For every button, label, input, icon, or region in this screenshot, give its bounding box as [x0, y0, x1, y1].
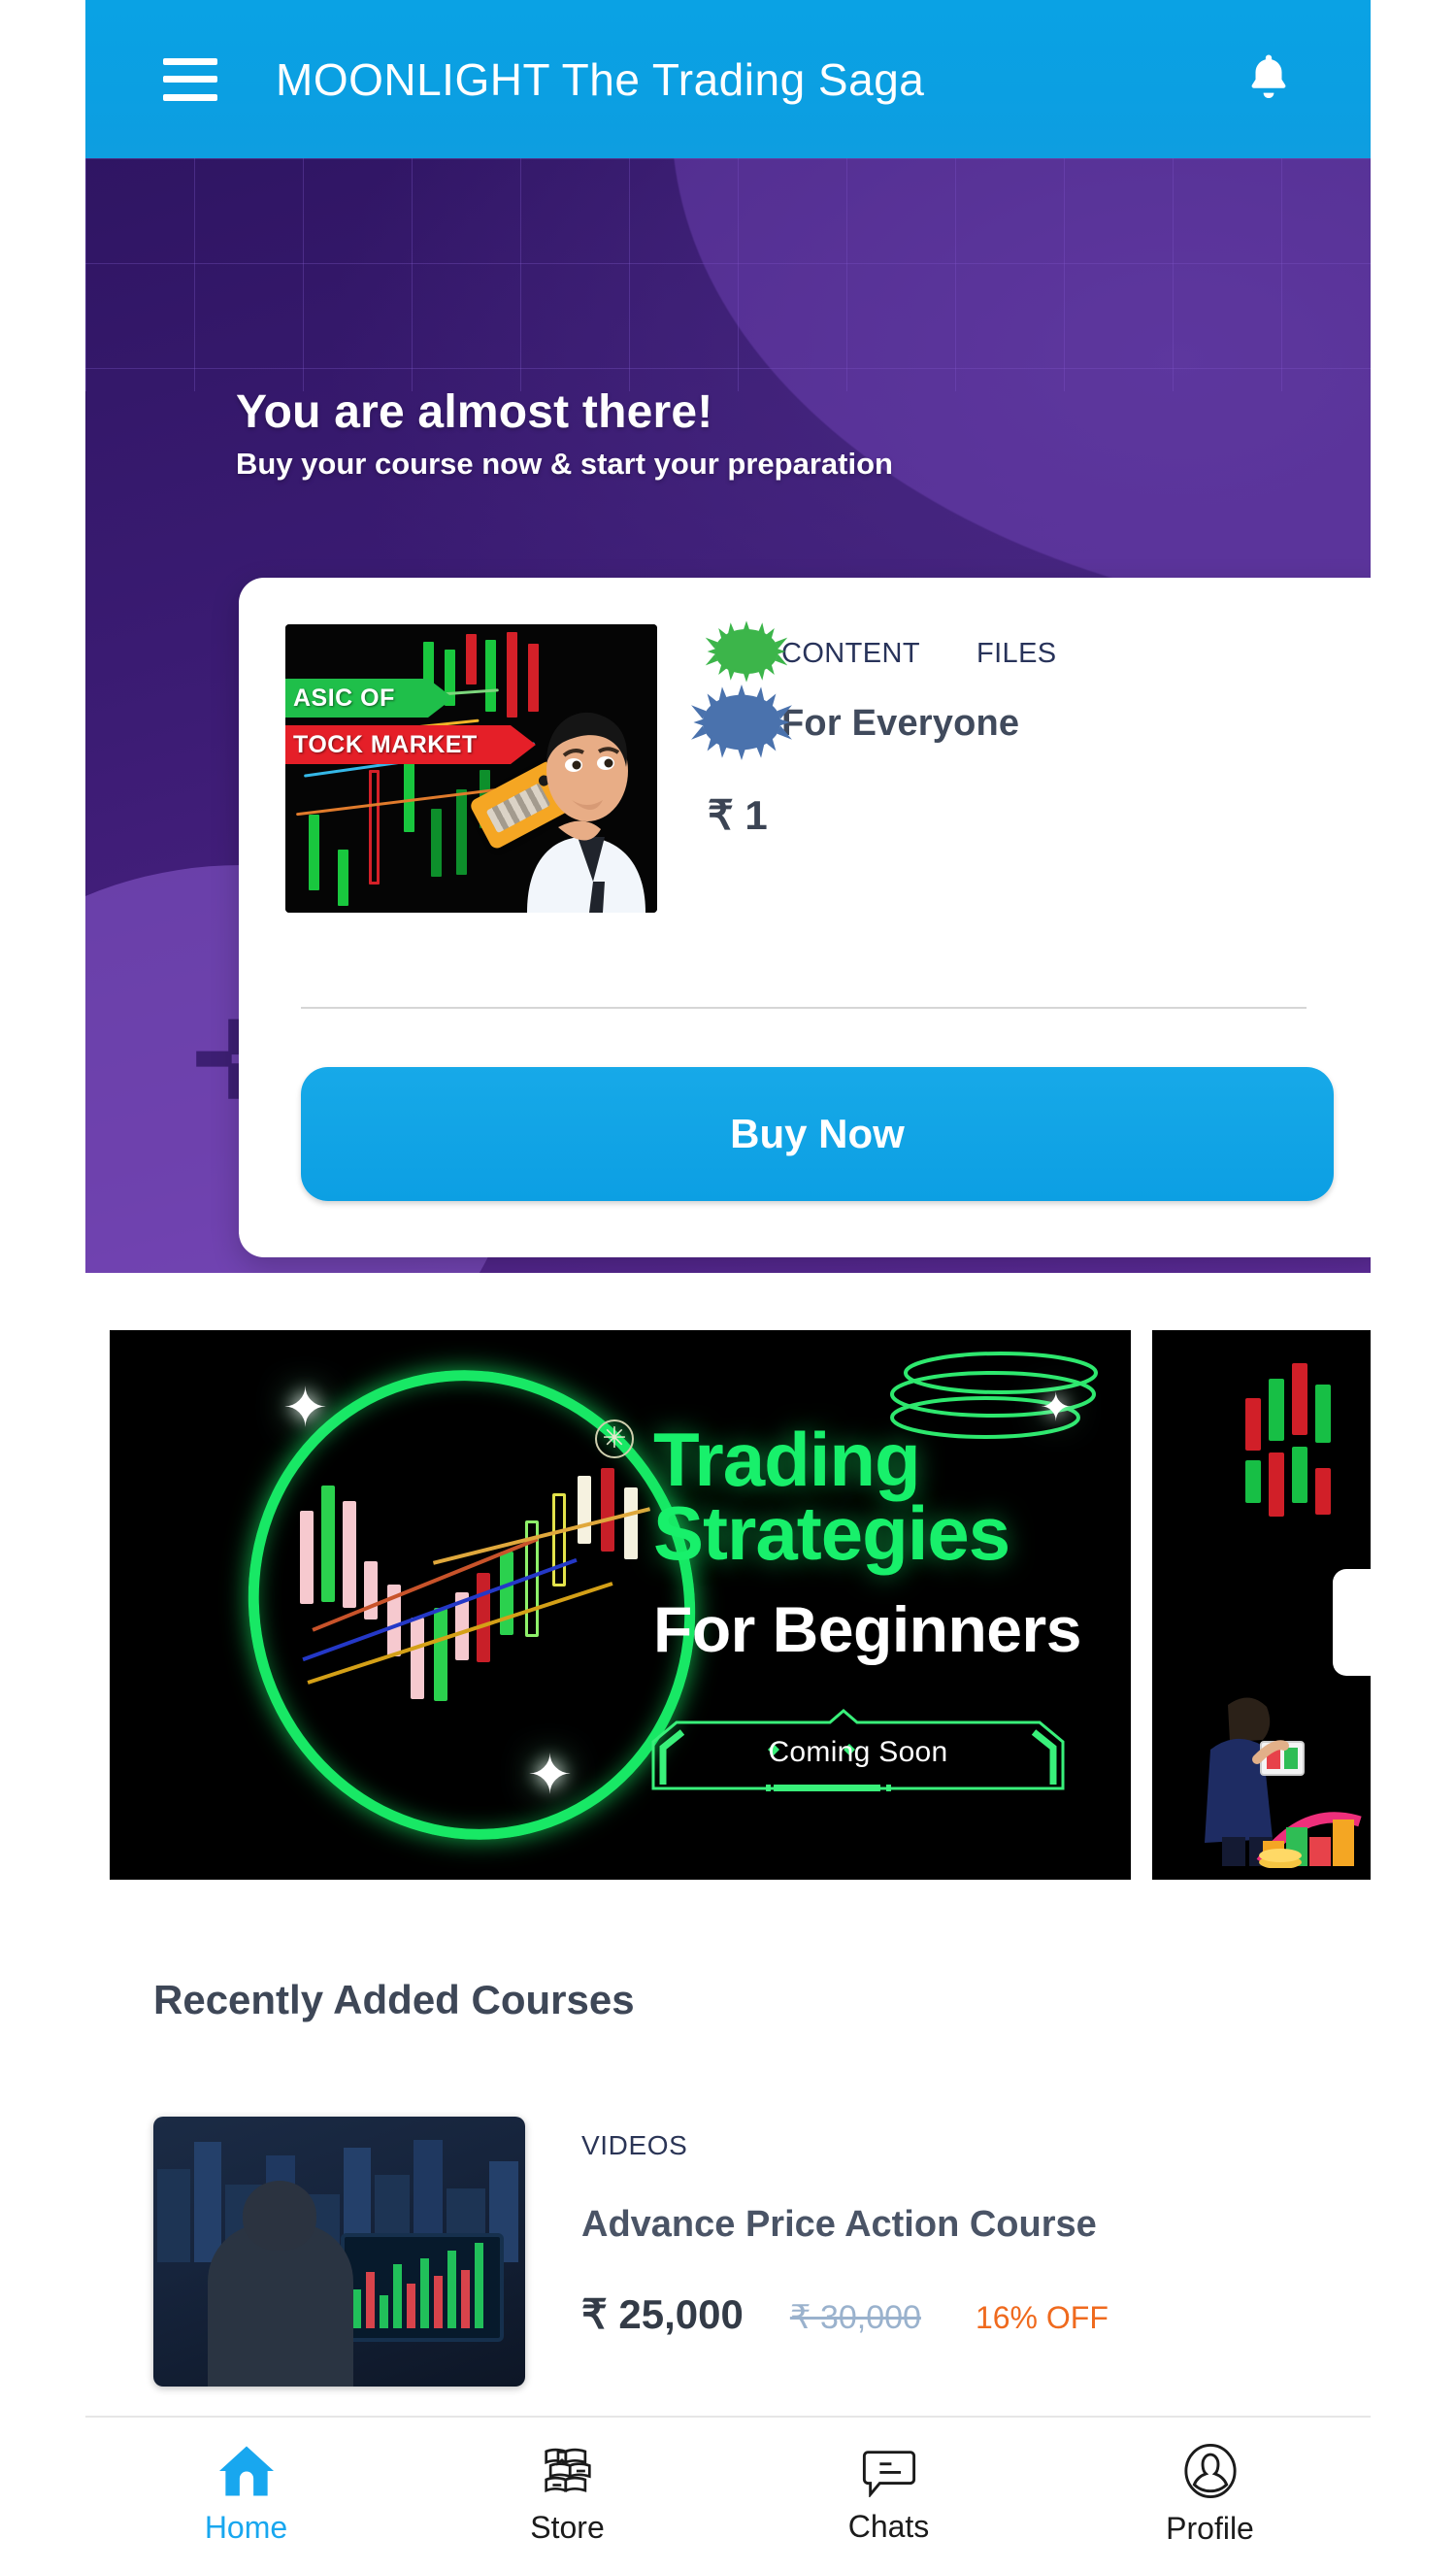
course-card-info: CONTENT FILES For Everyone ₹ 1	[657, 620, 1347, 913]
nav-item-store[interactable]: Store	[407, 2444, 728, 2546]
nav-item-profile[interactable]: Profile	[1049, 2443, 1371, 2547]
thumbnail-tag-bottom: TOCK MARKET	[285, 725, 536, 764]
nav-label-store: Store	[530, 2509, 605, 2545]
person-head-decor	[243, 2181, 316, 2251]
course-price-row: ₹ 25,000 ₹ 30,000 16% OFF	[581, 2290, 1109, 2338]
app-screen: MOONLIGHT The Trading Saga ✛ You are alm…	[0, 0, 1456, 2571]
promo-banner-trading-strategies[interactable]: ✦ ✦ ✳ ✦ Trading Strategies For Beginners	[110, 1330, 1131, 1880]
hamburger-menu-icon[interactable]	[163, 57, 217, 101]
books-icon	[544, 2448, 591, 2492]
hero-subheading: Buy your course now & start your prepara…	[236, 447, 893, 481]
hero-banner: ✛ You are almost there! Buy your course …	[85, 158, 1371, 1273]
page-title: MOONLIGHT The Trading Saga	[276, 53, 925, 105]
banner-title-line1: Trading	[653, 1417, 921, 1502]
coming-soon-label: Coming Soon	[768, 1736, 948, 1768]
thumbnail-person-illustration	[527, 712, 645, 913]
course-audience: For Everyone	[781, 702, 1020, 744]
person-icon	[1183, 2443, 1237, 2498]
section-title-recently-added: Recently Added Courses	[153, 1977, 635, 2022]
coming-soon-frame: Coming Soon	[649, 1709, 1067, 1796]
asterisk-badge-icon: ✳	[595, 1419, 634, 1458]
thumbnail-tag-top: ASIC OF	[285, 679, 453, 718]
hero-heading: You are almost there!	[236, 386, 713, 438]
card-divider	[301, 1007, 1307, 1009]
course-card-top: ASIC OF TOCK MARKET CONTENT FILES For Ev…	[239, 578, 1371, 913]
course-meta-content-row: CONTENT FILES	[705, 620, 1347, 683]
right-gutter	[1371, 0, 1456, 2571]
sparkle-icon-swirl: ✦	[1040, 1386, 1073, 1429]
nav-label-home: Home	[204, 2509, 288, 2545]
course-audience-row: For Everyone	[691, 684, 1347, 760]
home-icon	[218, 2446, 274, 2495]
money-stack-illustration	[1256, 1812, 1362, 1868]
course-current-price: ₹ 25,000	[581, 2291, 744, 2337]
chat-bubble-icon	[862, 2450, 915, 2497]
green-burst-icon	[705, 620, 788, 683]
course-kind: VIDEOS	[581, 2130, 688, 2160]
list-item[interactable]: VIDEOS Advance Price Action Course ₹ 25,…	[153, 2117, 1308, 2387]
course-name: Advance Price Action Course	[581, 2204, 1097, 2245]
hero-swoop-shape	[672, 158, 1371, 624]
nav-label-profile: Profile	[1166, 2510, 1254, 2546]
course-thumbnail: ASIC OF TOCK MARKET	[285, 624, 657, 913]
nav-item-home[interactable]: Home	[85, 2444, 407, 2546]
course-details: VIDEOS Advance Price Action Course ₹ 25,…	[525, 2117, 1109, 2387]
blue-burst-icon	[691, 684, 792, 760]
course-discount-badge: 16% OFF	[975, 2300, 1109, 2335]
course-meta-files: FILES	[976, 637, 1057, 669]
promo-banner-next[interactable]	[1152, 1330, 1371, 1880]
app-bar: MOONLIGHT The Trading Saga	[85, 0, 1371, 158]
banner-title: Trading Strategies	[653, 1417, 1010, 1577]
nav-item-chats[interactable]: Chats	[728, 2445, 1049, 2545]
buy-now-button[interactable]: Buy Now	[301, 1067, 1334, 1201]
course-thumbnail-image	[153, 2117, 525, 2387]
nav-label-chats: Chats	[847, 2508, 930, 2544]
sparkle-icon-bottom: ✦	[527, 1744, 573, 1805]
promo-banner-carousel[interactable]: ✦ ✦ ✳ ✦ Trading Strategies For Beginners	[110, 1330, 1371, 1880]
bell-icon[interactable]	[1242, 48, 1295, 111]
sparkle-icon-top: ✦	[282, 1377, 328, 1438]
featured-course-card[interactable]: ASIC OF TOCK MARKET CONTENT FILES For Ev…	[239, 578, 1371, 1257]
monitor-screen-decor	[341, 2233, 504, 2342]
banner-title-line2: Strategies	[653, 1490, 1010, 1577]
banner-subtitle: For Beginners	[653, 1593, 1081, 1665]
left-gutter	[0, 0, 85, 2571]
course-price: ₹ 1	[708, 792, 768, 838]
course-old-price: ₹ 30,000	[789, 2299, 921, 2336]
bottom-navigation-bar: Home Store Chats Profile	[85, 2416, 1371, 2571]
course-meta-content: CONTENT	[781, 637, 920, 669]
